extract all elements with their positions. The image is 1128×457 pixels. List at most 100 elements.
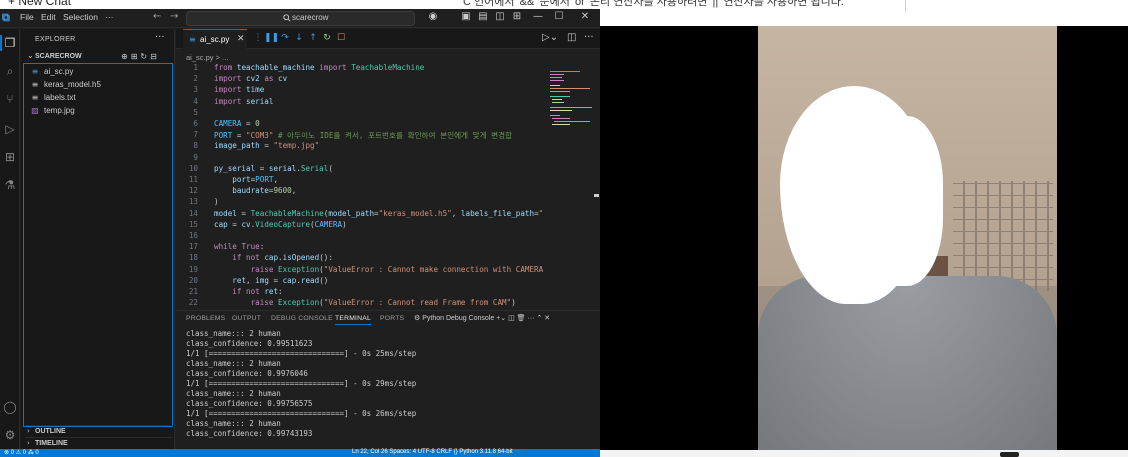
code-line[interactable]: 10 py_serial = serial.Serial(	[176, 164, 546, 175]
code-line[interactable]: 17 while True:	[176, 242, 546, 253]
run-debug-icon[interactable]: ▷	[2, 121, 18, 137]
tab-debug-console[interactable]: DEBUG CONSOLE	[271, 315, 333, 322]
source-control-icon[interactable]: ⑂	[2, 91, 18, 107]
menu-more[interactable]: ···	[105, 12, 114, 22]
code-text: if not cap.isOpened():	[232, 253, 333, 263]
code-line[interactable]: 5	[176, 108, 546, 119]
code-line[interactable]: 20 ret, img = cap.read()	[176, 276, 546, 287]
menu-selection[interactable]: Selection	[63, 12, 98, 22]
explorer-toolbar-icons[interactable]: ⊕⊞↻⊟	[121, 52, 160, 61]
code-line[interactable]: 11 port=PORT,	[176, 175, 546, 186]
editor-tab-bar: ≡ ai_sc.py ✕ ⋮ ❚❚ ↷ ↓ ↑ ↻ ☐ ▷⌄ ◫ ···	[176, 29, 600, 49]
command-center-search[interactable]: scarecrow	[186, 11, 415, 26]
close-button[interactable]: ✕	[576, 11, 594, 22]
code-line[interactable]: 2 import cv2 as cv	[176, 74, 546, 85]
file-item-labels[interactable]: ≡ labels.txt	[30, 92, 170, 104]
minimize-button[interactable]: —	[529, 11, 547, 22]
restart-icon[interactable]: ↻	[321, 31, 333, 45]
drag-handle-icon[interactable]: ⋮	[252, 31, 264, 45]
back-arrow-icon[interactable]: ←	[153, 11, 161, 22]
code-line[interactable]: 22 raise Exception("ValueError : Cannot …	[176, 298, 546, 309]
files-icon[interactable]: ❐	[0, 35, 18, 51]
tab-problems[interactable]: PROBLEMS	[186, 315, 225, 322]
terminal-line: class_confidence: 0.99756575	[186, 399, 313, 408]
tab-terminal[interactable]: TERMINAL	[335, 315, 371, 325]
editor-status[interactable]: Ln 22, Col 26 Spaces: 4 UTF-8 CRLF {} Py…	[352, 449, 513, 455]
forward-arrow-icon[interactable]: →	[170, 11, 178, 22]
toggle-panel-icon[interactable]: ▤	[474, 11, 492, 22]
file-item-ai-sc[interactable]: ≡ ai_sc.py	[30, 66, 170, 78]
add-terminal-icon[interactable]: +⌄	[496, 315, 506, 322]
step-over-icon[interactable]: ↷	[279, 31, 291, 45]
scrollbar-marker[interactable]	[594, 194, 599, 197]
terminal-output[interactable]: class_name::: 2 humanclass_confidence: 0…	[186, 329, 596, 447]
code-editor[interactable]: 1 from teachable_machine import Teachable…	[176, 63, 546, 319]
menu-file[interactable]: File	[20, 12, 34, 22]
split-terminal-icon[interactable]: ◫	[508, 315, 515, 322]
code-line[interactable]: 8 image_path = "temp.jpg"	[176, 141, 546, 152]
copilot-icon[interactable]: ◉	[424, 11, 442, 22]
search-icon[interactable]: ⌕	[2, 63, 18, 79]
menu-edit[interactable]: Edit	[41, 12, 56, 22]
close-icon[interactable]: ✕	[237, 34, 245, 44]
file-item-keras-model[interactable]: ≡ keras_model.h5	[30, 79, 170, 91]
breadcrumb[interactable]: ai_sc.py > ...	[186, 53, 228, 62]
new-chat-button[interactable]: + New Chat	[8, 0, 71, 8]
code-text: image_path = "temp.jpg"	[214, 141, 320, 151]
code-line[interactable]: 3 import time	[176, 85, 546, 96]
maximize-panel-icon[interactable]: ⌃	[536, 315, 542, 322]
code-line[interactable]: 18 if not cap.isOpened():	[176, 253, 546, 264]
file-item-temp-jpg[interactable]: ▨ temp.jpg	[30, 105, 170, 117]
code-line[interactable]: 13)	[176, 197, 546, 208]
more-actions-icon[interactable]: ···	[155, 32, 165, 43]
code-text: model = TeachableMachine(model_path="ker…	[214, 208, 544, 218]
more-actions-icon[interactable]: ···	[584, 32, 594, 43]
extensions-icon[interactable]: ⊞	[2, 149, 18, 165]
tab-ai-sc[interactable]: ≡ ai_sc.py ✕	[183, 29, 247, 49]
toggle-sidebar-icon[interactable]: ▣	[457, 11, 475, 22]
code-line[interactable]: 4 import serial	[176, 97, 546, 108]
code-line[interactable]: 14 model = TeachableMachine(model_path="k…	[176, 209, 546, 220]
line-number: 2	[193, 74, 198, 84]
terminal-line: class_name::: 2 human	[186, 329, 281, 338]
maximize-button[interactable]: ☐	[550, 11, 568, 22]
settings-icon[interactable]: ⚙	[2, 427, 18, 443]
minimap[interactable]	[548, 69, 594, 129]
problems-status[interactable]: ⊗ 0 ⚠ 0 ⁂ 0	[4, 449, 39, 456]
run-icon[interactable]: ▷⌄	[542, 32, 558, 43]
line-number: 19	[188, 264, 198, 274]
timeline-section[interactable]: › TIMELINE	[25, 437, 173, 449]
taskbar-item[interactable]	[1000, 452, 1019, 457]
code-line[interactable]: 12 baudrate=9600,	[176, 186, 546, 197]
stop-icon[interactable]: ☐	[335, 31, 347, 45]
tab-ports[interactable]: PORTS	[380, 315, 404, 322]
code-line[interactable]: 15 cap = cv.VideoCapture(CAMERA)	[176, 220, 546, 231]
code-line[interactable]: 19 raise Exception("ValueError : Cannot …	[176, 265, 546, 276]
outline-section[interactable]: › OUTLINE	[25, 425, 173, 437]
code-line[interactable]: 6 CAMERA = 0	[176, 119, 546, 130]
customize-layout-icon[interactable]: ⊞	[508, 11, 526, 22]
close-panel-icon[interactable]: ✕	[544, 315, 550, 322]
account-icon[interactable]: ◯	[2, 399, 18, 415]
trash-icon[interactable]: 🗑	[517, 315, 526, 322]
vscode-logo-icon: ⧉	[2, 11, 10, 24]
toggle-secondary-sidebar-icon[interactable]: ◫	[491, 11, 509, 22]
testing-icon[interactable]: ⚗	[2, 177, 18, 193]
terminal-selector[interactable]: ⚙ Python Debug Console +⌄ ◫ 🗑 ··· ⌃ ✕	[414, 314, 550, 322]
step-out-icon[interactable]: ↑	[307, 31, 319, 45]
code-line[interactable]: 16	[176, 231, 546, 242]
line-number: 7	[193, 130, 198, 140]
tab-output[interactable]: OUTPUT	[232, 315, 261, 322]
more-actions-icon[interactable]: ···	[528, 315, 535, 322]
code-line[interactable]: 7 PORT = "COM3" # 아두이노 IDE를 켜서, 포트번호를 확인하…	[176, 130, 546, 141]
code-line[interactable]: 21 if not ret:	[176, 287, 546, 298]
file-name: labels.txt	[44, 93, 76, 102]
terminal-line: class_name::: 2 human	[186, 359, 281, 368]
code-text: PORT = "COM3" # 아두이노 IDE를 켜서, 포트번호를 확인하여…	[214, 131, 513, 141]
step-into-icon[interactable]: ↓	[293, 31, 305, 45]
code-line[interactable]: 1 from teachable_machine import Teachable…	[176, 63, 546, 74]
code-text: cap = cv.VideoCapture(CAMERA)	[214, 219, 347, 229]
pause-icon[interactable]: ❚❚	[264, 31, 279, 45]
split-editor-icon[interactable]: ◫	[567, 32, 576, 43]
code-line[interactable]: 9	[176, 153, 546, 164]
